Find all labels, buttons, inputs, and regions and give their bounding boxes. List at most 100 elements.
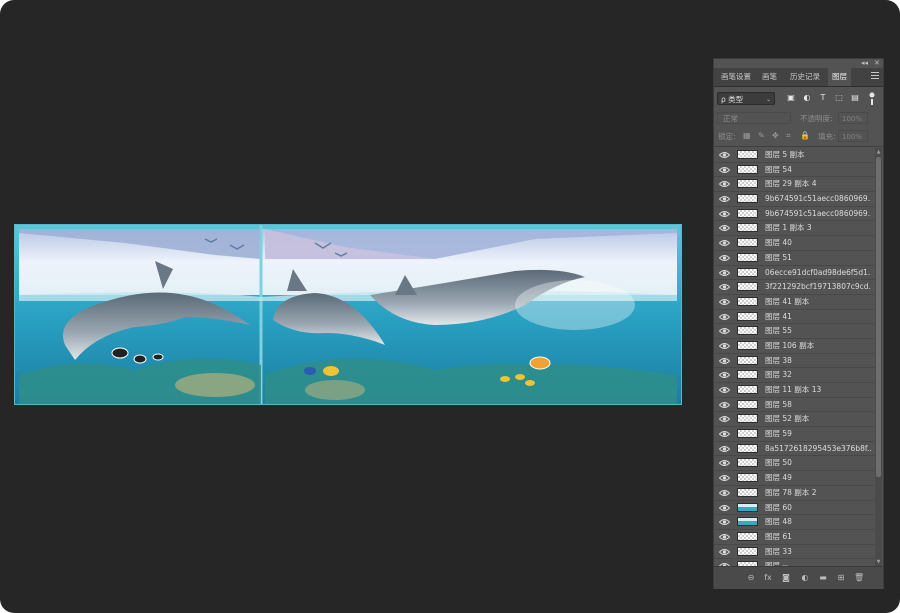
eye-icon[interactable] xyxy=(719,283,730,291)
filter-toggle-icon[interactable] xyxy=(869,91,875,105)
eye-icon[interactable] xyxy=(719,459,730,467)
lock-move-icon[interactable]: ✥ xyxy=(772,131,779,141)
filter-pixel-icon[interactable]: ▣ xyxy=(786,93,796,103)
layer-row[interactable]: 图层 60 xyxy=(714,501,874,516)
layer-thumbnail xyxy=(737,355,758,365)
close-icon[interactable]: ✕ xyxy=(874,59,880,68)
eye-icon[interactable] xyxy=(719,430,730,438)
eye-icon[interactable] xyxy=(719,166,730,174)
layer-thumbnail xyxy=(737,179,758,189)
tab-layers[interactable]: 图层 xyxy=(828,68,851,86)
fill-field[interactable]: 100% xyxy=(838,130,868,142)
layer-row[interactable]: 9b674591c51aecc0860969... xyxy=(714,192,874,207)
layer-row[interactable]: 图层 106 副本 xyxy=(714,339,874,354)
eye-icon[interactable] xyxy=(719,151,730,159)
lock-all-icon[interactable]: 🔒 xyxy=(800,131,810,141)
tab-history[interactable]: 历史记录 xyxy=(786,68,824,86)
tab-brushes[interactable]: 画笔 xyxy=(758,68,781,86)
collapse-icon[interactable]: ◂◂ xyxy=(861,59,868,68)
document-canvas[interactable] xyxy=(14,224,682,405)
layer-name: 图层 32 xyxy=(765,370,792,380)
layer-row[interactable]: 图层 55 xyxy=(714,324,874,339)
blend-mode-select[interactable]: 正常 xyxy=(717,112,791,124)
filter-shape-icon[interactable]: ⬚ xyxy=(834,93,844,103)
layer-row[interactable]: 图层 5 副本 xyxy=(714,148,874,163)
mask-icon[interactable]: ◙ xyxy=(781,572,791,583)
chevron-down-icon: ⌄ xyxy=(765,96,771,103)
layer-row[interactable]: 图层 78 副本 2 xyxy=(714,486,874,501)
eye-icon[interactable] xyxy=(719,224,730,232)
eye-icon[interactable] xyxy=(719,210,730,218)
eye-icon[interactable] xyxy=(719,269,730,277)
layer-row[interactable]: 图层 41 xyxy=(714,310,874,325)
eye-icon[interactable] xyxy=(719,254,730,262)
eye-icon[interactable] xyxy=(719,180,730,188)
trash-icon[interactable]: 🗑 xyxy=(854,572,864,583)
layer-list-scrollbar[interactable]: ▲ ▼ xyxy=(875,148,882,566)
eye-icon[interactable] xyxy=(719,415,730,423)
layer-thumbnail xyxy=(737,194,758,204)
layer-row[interactable]: 图层 33 xyxy=(714,545,874,560)
folder-icon[interactable]: ▬ xyxy=(818,572,828,583)
eye-icon[interactable] xyxy=(719,533,730,541)
layer-thumbnail xyxy=(737,252,758,262)
filter-kind-select[interactable]: ρ 类型 ⌄ xyxy=(717,92,775,105)
layer-row[interactable]: 图层 11 副本 13 xyxy=(714,383,874,398)
eye-icon[interactable] xyxy=(719,401,730,409)
eye-icon[interactable] xyxy=(719,313,730,321)
layer-row[interactable]: 图层 1 副本 3 xyxy=(714,221,874,237)
eye-icon[interactable] xyxy=(719,371,730,379)
eye-icon[interactable] xyxy=(719,298,730,306)
eye-icon[interactable] xyxy=(719,327,730,335)
layer-row[interactable]: 图层 50 xyxy=(714,456,874,472)
layer-row[interactable]: 图层 61 xyxy=(714,530,874,545)
layer-row[interactable]: 图层 40 xyxy=(714,236,874,251)
eye-icon[interactable] xyxy=(719,342,730,350)
lock-artboard-icon[interactable]: ⌗ xyxy=(786,131,791,141)
layer-name: 图层 38 xyxy=(765,355,792,365)
filter-smart-object-icon[interactable]: ▤ xyxy=(850,93,860,103)
layer-row[interactable]: 图层 58 xyxy=(714,398,874,413)
eye-icon[interactable] xyxy=(719,195,730,203)
filter-type-icon[interactable]: T xyxy=(818,93,828,103)
eye-icon[interactable] xyxy=(719,504,730,512)
new-layer-icon[interactable]: ⊞ xyxy=(836,572,846,583)
layer-row[interactable]: 图层 -- xyxy=(714,559,874,566)
layer-row[interactable]: 3f221292bcf19713807c9cd... xyxy=(714,280,874,295)
scroll-down-icon[interactable]: ▼ xyxy=(875,558,882,566)
layer-row[interactable]: 图层 52 副本 xyxy=(714,412,874,428)
tab-brush-settings[interactable]: 画笔设置 xyxy=(717,68,755,86)
eye-icon[interactable] xyxy=(719,474,730,482)
layer-row[interactable]: 9b674591c51aecc0860969... xyxy=(714,207,874,222)
layer-row[interactable]: 图层 59 xyxy=(714,427,874,442)
fx-icon[interactable]: fx xyxy=(763,572,773,583)
eye-icon[interactable] xyxy=(719,548,730,556)
lock-transparent-icon[interactable]: ▦ xyxy=(743,131,751,141)
layer-row[interactable]: 图层 29 副本 4 xyxy=(714,177,874,193)
layer-row[interactable]: 图层 32 xyxy=(714,368,874,383)
lock-brush-icon[interactable]: ✎ xyxy=(758,131,765,141)
layer-row[interactable]: 图层 49 xyxy=(714,471,874,486)
eye-icon[interactable] xyxy=(719,239,730,247)
eye-icon[interactable] xyxy=(719,518,730,526)
eye-icon[interactable] xyxy=(719,445,730,453)
layer-row[interactable]: 图层 41 副本 xyxy=(714,295,874,310)
eye-icon[interactable] xyxy=(719,357,730,365)
layer-thumbnail xyxy=(737,429,758,439)
scroll-up-icon[interactable]: ▲ xyxy=(875,148,882,156)
scrollbar-thumb[interactable] xyxy=(876,157,881,477)
layer-row[interactable]: 图层 48 xyxy=(714,515,874,530)
adjustment-icon[interactable]: ◐ xyxy=(800,572,810,583)
panel-menu-icon[interactable] xyxy=(871,72,879,80)
layer-row[interactable]: 图层 51 xyxy=(714,251,874,266)
layer-row[interactable]: 图层 38 xyxy=(714,354,874,369)
layer-name: 图层 29 副本 4 xyxy=(765,179,817,189)
filter-adjustment-icon[interactable]: ◐ xyxy=(802,93,812,103)
layer-row[interactable]: 06ecce91dcf0ad98de6f5d1... xyxy=(714,266,874,281)
layer-row[interactable]: 8a5172618295453e376b8f... xyxy=(714,442,874,457)
eye-icon[interactable] xyxy=(719,489,730,497)
link-icon[interactable]: ⊖ xyxy=(746,572,756,583)
opacity-field[interactable]: 100% xyxy=(838,112,868,124)
layer-row[interactable]: 图层 54 xyxy=(714,163,874,178)
eye-icon[interactable] xyxy=(719,386,730,394)
